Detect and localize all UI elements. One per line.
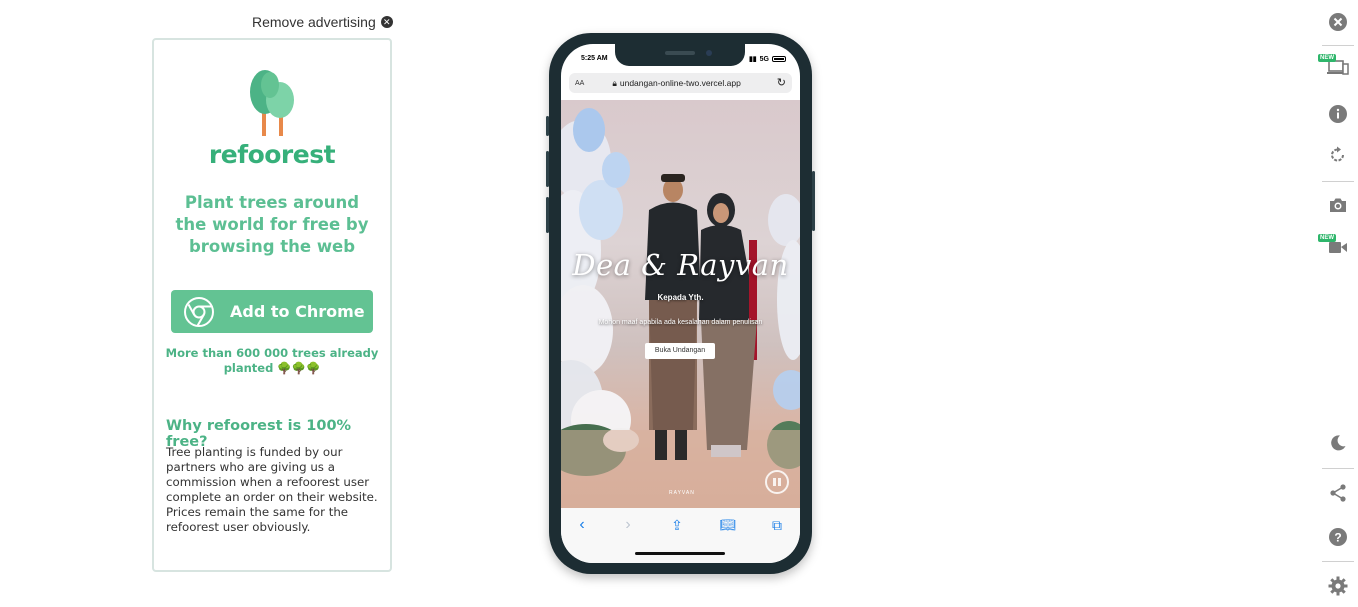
phone-notch	[615, 44, 745, 66]
signal-icon: ▮▮	[748, 56, 757, 63]
pause-icon	[773, 478, 776, 486]
why-free-text: Tree planting is funded by our partners …	[166, 445, 378, 534]
rotate-icon[interactable]	[1318, 140, 1358, 170]
photo-watermark: RAYVAN	[669, 490, 695, 496]
add-to-chrome-button[interactable]: Add to Chrome	[171, 290, 373, 333]
share-icon[interactable]: ⇪	[668, 516, 686, 534]
info-icon[interactable]	[1318, 99, 1358, 129]
help-icon[interactable]: ?	[1318, 522, 1358, 552]
svg-text:?: ?	[1334, 531, 1341, 545]
back-icon[interactable]: ‹	[573, 516, 591, 534]
tabs-icon[interactable]: ⧉	[768, 516, 786, 534]
chrome-icon	[184, 296, 214, 327]
share-icon[interactable]	[1318, 478, 1358, 508]
power-button	[812, 171, 815, 231]
status-indicators: ▮▮ 5G	[749, 55, 786, 63]
address-bar[interactable]: AA 🔒︎ undangan-online-two.vercel.app ↻	[569, 73, 792, 93]
tree-logo-icon	[250, 70, 294, 136]
right-toolbar: NEW NEW ?	[1318, 0, 1358, 607]
brand-name: refoorest	[208, 140, 336, 169]
kepada-label: Kepada Yth.	[657, 293, 704, 302]
remove-advertising-link[interactable]: Remove advertising ✕	[252, 14, 393, 30]
reader-aa-button[interactable]: AA	[575, 80, 584, 87]
volume-down-button	[546, 197, 549, 233]
home-indicator	[635, 552, 725, 555]
settings-icon[interactable]	[1318, 571, 1358, 601]
refoorest-ad-card: refoorest Plant trees around the world f…	[152, 38, 392, 572]
trees-planted-count: More than 600 000 trees already planted …	[165, 346, 379, 375]
mute-switch	[546, 116, 549, 136]
dark-mode-icon[interactable]	[1318, 428, 1358, 458]
phone-screen: 5:25 AM ▮▮ 5G AA 🔒︎ undangan-online-two.…	[561, 44, 800, 563]
lock-icon: 🔒︎	[612, 77, 617, 88]
add-to-chrome-label: Add to Chrome	[230, 302, 365, 321]
reload-icon[interactable]: ↻	[777, 76, 786, 89]
apology-message: Mohon maaf apabila ada kesalahan dalam p…	[598, 319, 763, 326]
ad-tagline: Plant trees around the world for free by…	[175, 193, 369, 256]
video-icon[interactable]: NEW	[1318, 232, 1358, 262]
remove-advertising-label: Remove advertising	[252, 14, 376, 30]
network-label: 5G	[759, 55, 769, 63]
bookmarks-icon[interactable]: 📖︎	[719, 516, 737, 534]
status-time: 5:25 AM	[581, 55, 608, 62]
new-badge: NEW	[1318, 54, 1336, 62]
device-icon[interactable]: NEW	[1318, 52, 1358, 82]
couple-photo	[561, 108, 800, 508]
couple-names-title: Dea & Rayvan	[572, 248, 789, 282]
pause-music-button[interactable]	[765, 470, 789, 494]
volume-up-button	[546, 151, 549, 187]
invitation-cover: Dea & Rayvan Kepada Yth. Mohon maaf apab…	[561, 100, 800, 508]
forward-icon[interactable]: ›	[619, 516, 637, 534]
battery-icon	[772, 56, 786, 62]
camera-icon[interactable]	[1318, 190, 1358, 220]
new-badge: NEW	[1318, 234, 1336, 242]
open-invitation-button[interactable]: Buka Undangan	[645, 343, 715, 359]
close-circle-icon: ✕	[380, 16, 393, 28]
close-icon[interactable]	[1318, 7, 1358, 37]
url-text: undangan-online-two.vercel.app	[619, 78, 741, 88]
phone-frame: 5:25 AM ▮▮ 5G AA 🔒︎ undangan-online-two.…	[546, 33, 815, 574]
